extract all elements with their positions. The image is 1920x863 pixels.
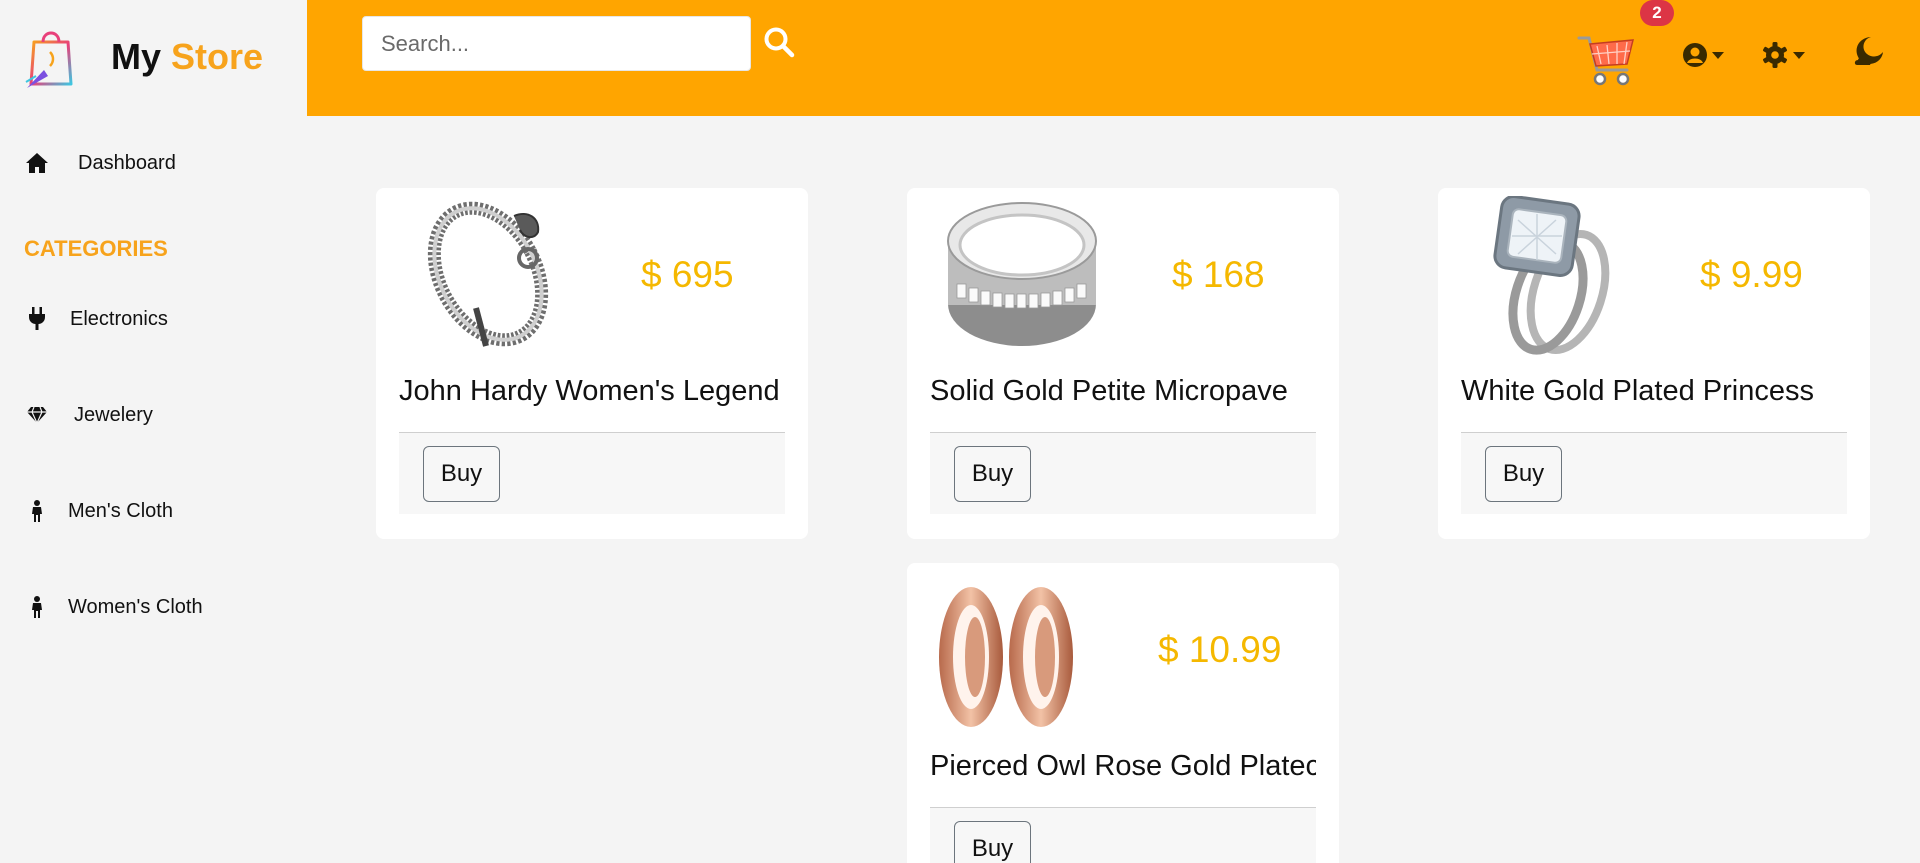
brand-name: My Store (111, 36, 263, 78)
buy-button[interactable]: Buy (954, 446, 1031, 502)
sidebar-item-label: Electronics (70, 307, 168, 330)
product-price: $ 695 (641, 254, 734, 295)
buy-button[interactable]: Buy (1485, 446, 1562, 502)
search-input[interactable] (362, 16, 751, 71)
sidebar-item-label: Women's Cloth (68, 595, 203, 618)
product-price: $ 9.99 (1700, 254, 1803, 295)
card-footer: Buy (930, 807, 1316, 863)
sidebar: My Store Dashboard CATEGORIES Electronic… (0, 0, 307, 863)
product-image (1493, 196, 1610, 355)
moon-cloud-icon (1854, 37, 1883, 65)
product-card: $ 10.99 Pierced Owl Rose Gold Platec Buy (907, 563, 1339, 863)
sidebar-item-mens-cloth[interactable]: Men's Cloth (24, 498, 173, 524)
person-icon (24, 594, 50, 620)
brand-name-my: My (111, 36, 162, 77)
user-circle-icon (1683, 43, 1707, 67)
product-image (947, 202, 1097, 346)
buy-button[interactable]: Buy (954, 821, 1031, 863)
product-price: $ 168 (1172, 254, 1265, 295)
product-image (939, 587, 1073, 727)
sidebar-item-jewelery[interactable]: Jewelery (24, 402, 153, 428)
brand[interactable]: My Store (24, 24, 263, 90)
product-card: $ 9.99 White Gold Plated Princess Buy (1438, 188, 1870, 539)
gem-icon (24, 402, 50, 428)
user-menu-dropdown[interactable] (1682, 40, 1724, 70)
product-name[interactable]: John Hardy Women's Legend (399, 375, 785, 408)
card-footer: Buy (1461, 432, 1847, 514)
top-bar: 2 (307, 0, 1920, 116)
buy-button[interactable]: Buy (423, 446, 500, 502)
categories-heading: CATEGORIES (24, 236, 168, 261)
sidebar-item-label: Men's Cloth (68, 499, 173, 522)
card-footer: Buy (399, 432, 785, 514)
gear-icon (1763, 42, 1787, 68)
product-image (427, 201, 549, 347)
chevron-down-icon (1712, 51, 1724, 59)
sidebar-item-womens-cloth[interactable]: Women's Cloth (24, 594, 203, 620)
cart-count-badge: 2 (1640, 0, 1674, 26)
product-name[interactable]: Solid Gold Petite Micropave (930, 375, 1316, 408)
sidebar-item-label: Jewelery (74, 403, 153, 426)
sidebar-item-electronics[interactable]: Electronics (24, 306, 168, 332)
brand-name-store: Store (171, 36, 264, 77)
search-button[interactable] (759, 22, 799, 62)
product-name[interactable]: Pierced Owl Rose Gold Platec (930, 750, 1316, 783)
chevron-down-icon (1793, 51, 1805, 59)
person-icon (24, 498, 50, 524)
search-icon (764, 27, 795, 58)
shopping-bag-logo-icon (25, 31, 73, 88)
sidebar-item-dashboard[interactable]: Dashboard (24, 150, 176, 176)
product-name[interactable]: White Gold Plated Princess (1461, 375, 1847, 408)
shopping-cart-icon (1577, 36, 1634, 86)
sidebar-item-label: Dashboard (78, 151, 176, 174)
home-icon (24, 150, 50, 176)
product-card: $ 168 Solid Gold Petite Micropave Buy (907, 188, 1339, 539)
plug-icon (24, 306, 50, 332)
card-footer: Buy (930, 432, 1316, 514)
theme-toggle-button[interactable] (1851, 35, 1887, 71)
settings-menu-dropdown[interactable] (1761, 40, 1805, 70)
cart-button[interactable] (1577, 24, 1637, 88)
product-price: $ 10.99 (1158, 629, 1282, 670)
product-card: $ 695 John Hardy Women's Legend Buy (376, 188, 808, 539)
